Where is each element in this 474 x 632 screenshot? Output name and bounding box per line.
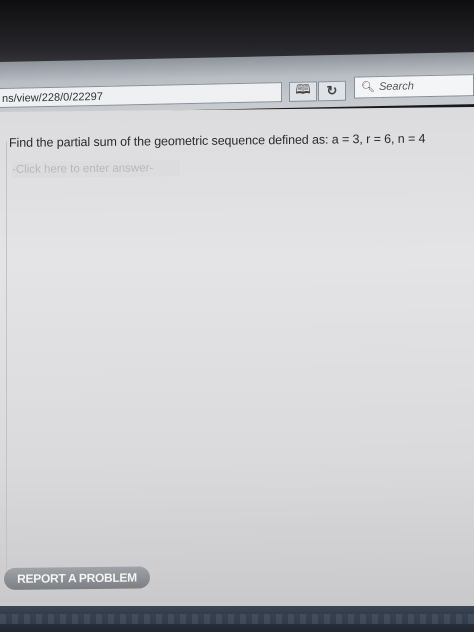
content-left-border	[6, 141, 7, 582]
search-input[interactable]: 🔍︎ Search	[354, 74, 474, 99]
page-content: Find the partial sum of the geometric se…	[0, 107, 474, 612]
monitor-bezel-bottom	[0, 606, 474, 632]
question-text: Find the partial sum of the geometric se…	[9, 131, 426, 150]
address-bar[interactable]: ns/view/228/0/22297	[0, 82, 282, 108]
book-icon: 🕮	[295, 81, 311, 97]
browser-toolbar: ns/view/228/0/22297 🕮 ↻ 🔍︎ Search	[0, 52, 474, 114]
report-problem-button[interactable]: REPORT A PROBLEM	[4, 566, 150, 590]
reload-button[interactable]: ↻	[318, 80, 346, 102]
reload-icon: ↻	[326, 82, 338, 99]
search-icon: 🔍︎	[361, 81, 375, 94]
search-placeholder: Search	[378, 80, 414, 94]
answer-input[interactable]: -Click here to enter answer-	[12, 160, 180, 178]
reader-view-button[interactable]: 🕮	[289, 81, 317, 102]
bezel-texture	[0, 614, 474, 624]
